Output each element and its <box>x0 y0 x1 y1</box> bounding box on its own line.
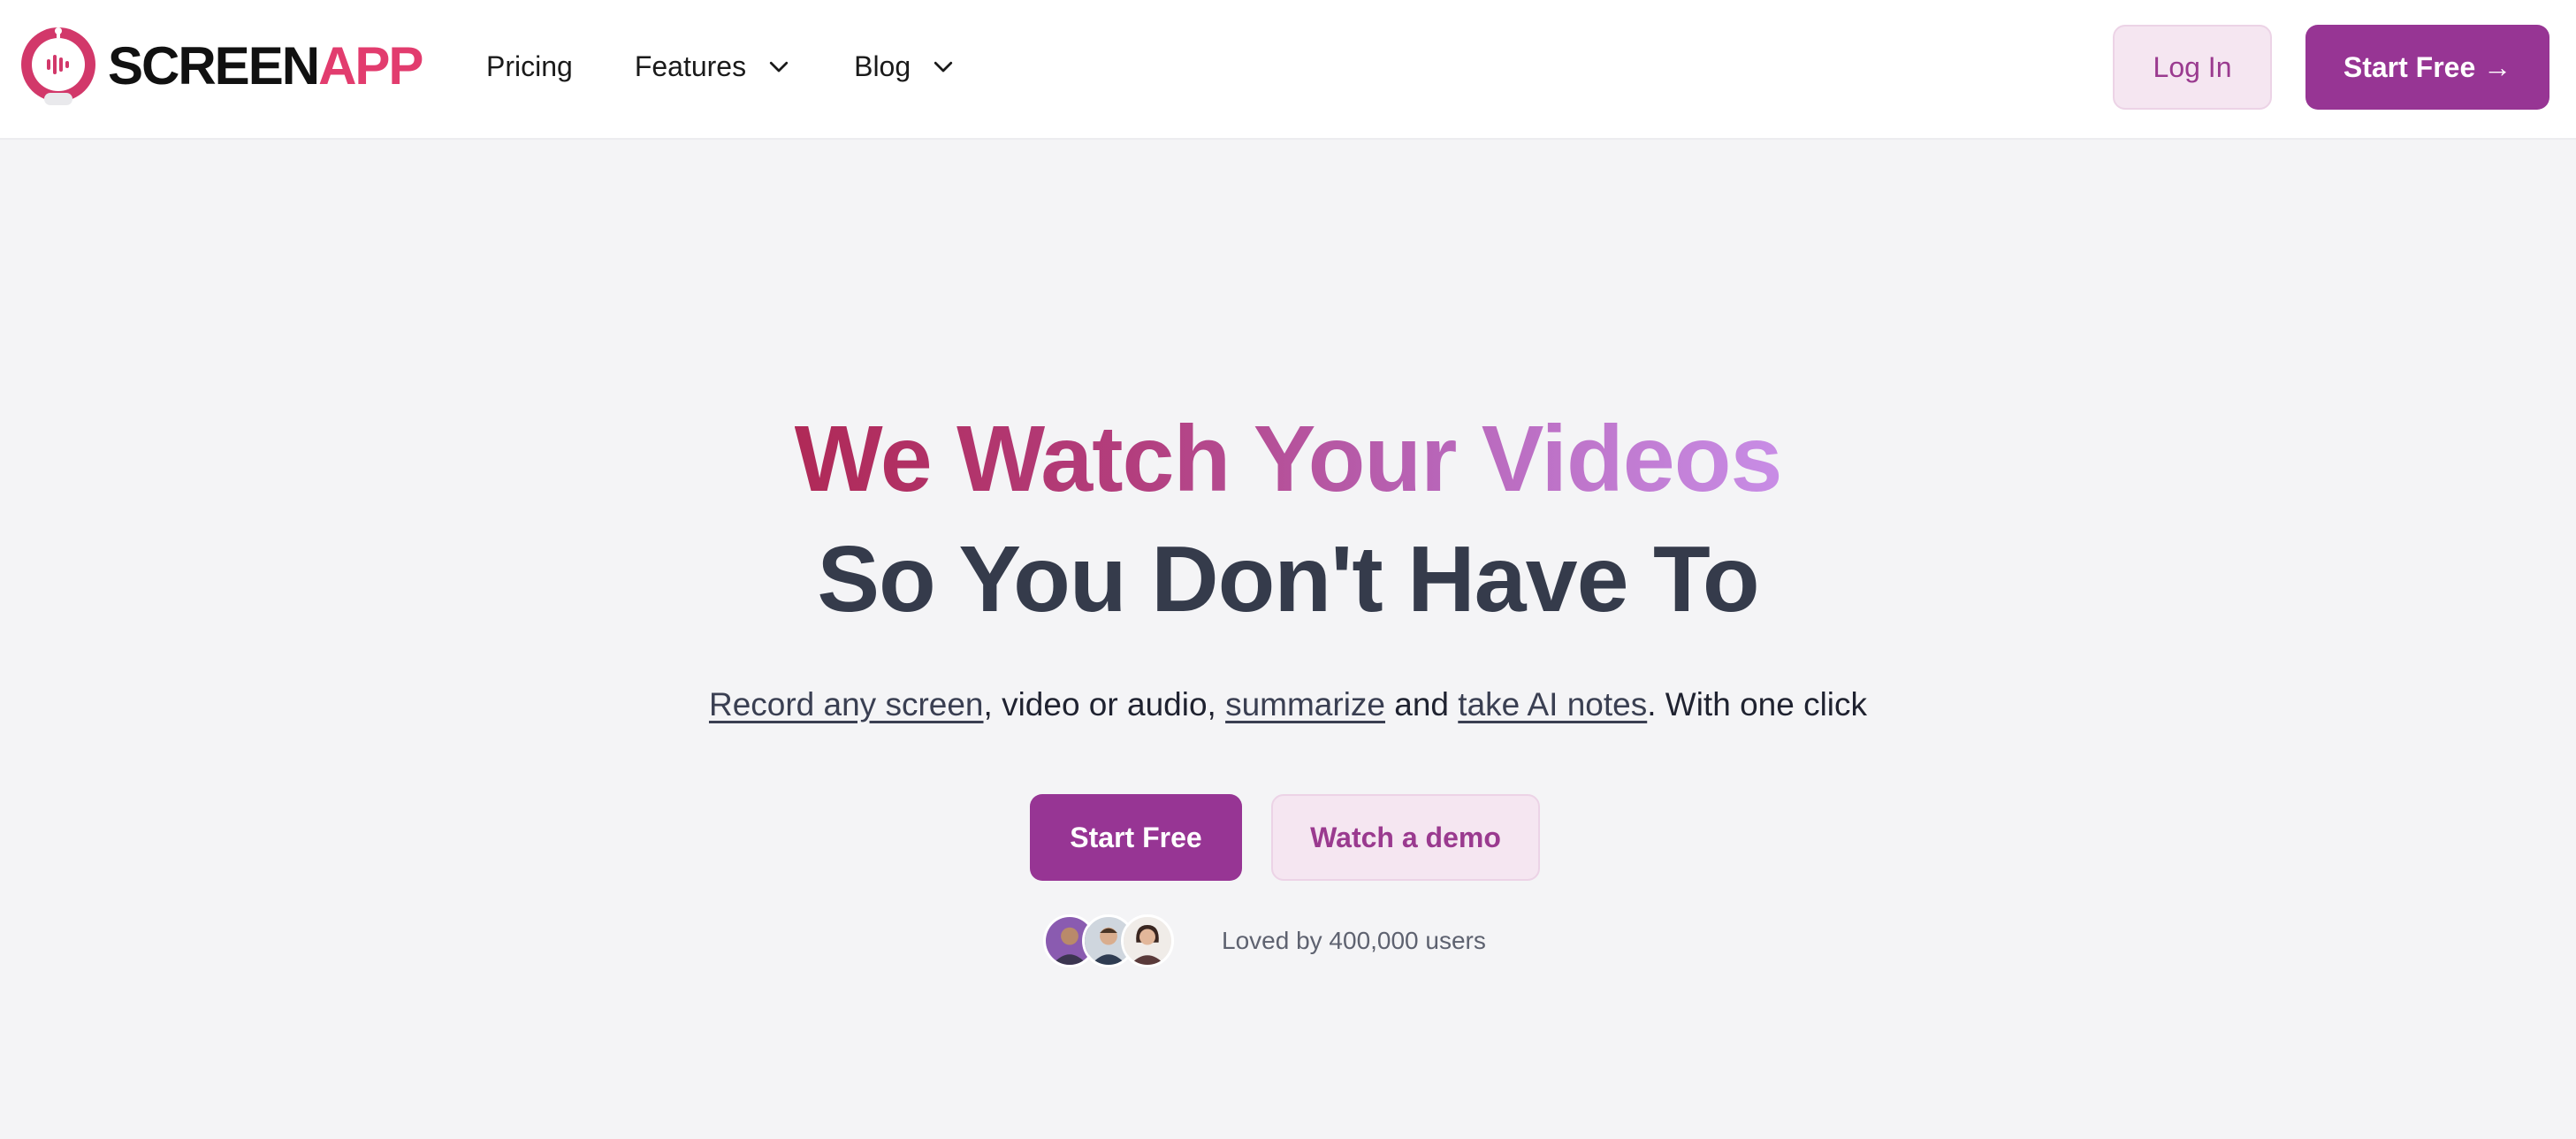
user-avatar <box>1121 914 1174 967</box>
hero-title-line2: So You Don't Have To <box>817 527 1759 631</box>
record-screen-link[interactable]: Record any screen <box>709 686 984 722</box>
nav-item-features[interactable]: Features <box>635 50 792 83</box>
watch-demo-button[interactable]: Watch a demo <box>1271 794 1540 881</box>
nav-item-blog[interactable]: Blog <box>854 50 956 83</box>
brand-name-part2: APP <box>318 36 423 96</box>
nav-item-pricing[interactable]: Pricing <box>486 50 573 83</box>
top-navbar: SCREENAPP Pricing Features Blog Log In S… <box>0 0 2576 140</box>
take-ai-notes-link[interactable]: take AI notes <box>1458 686 1647 722</box>
nav-item-label: Features <box>634 50 747 82</box>
social-proof: Loved by 400,000 users <box>1043 913 1486 969</box>
social-proof-text: Loved by 400,000 users <box>1222 927 1486 954</box>
robot-logo-icon <box>21 27 95 105</box>
subtitle-text: . With one click <box>1647 686 1868 722</box>
brand-wordmark: SCREENAPP <box>108 40 423 93</box>
hero-subtitle: Record any screen, video or audio, summa… <box>0 686 2576 723</box>
subtitle-text: and <box>1385 686 1459 722</box>
hero-start-free-button[interactable]: Start Free <box>1030 794 1242 881</box>
summarize-link[interactable]: summarize <box>1225 686 1385 722</box>
chevron-down-icon <box>769 61 789 73</box>
brand-name-part1: SCREEN <box>108 36 320 96</box>
start-free-button[interactable]: Start Free → <box>2305 25 2549 110</box>
hero-title-gradient-text: We Watch Your Videos <box>794 407 1783 511</box>
nav-links: Pricing Features Blog <box>486 0 956 133</box>
brand-logo[interactable]: SCREENAPP <box>18 27 423 106</box>
login-button[interactable]: Log In <box>2113 25 2272 110</box>
chevron-down-icon <box>934 61 953 73</box>
user-avatars <box>1043 914 1174 967</box>
nav-item-label: Pricing <box>486 50 573 82</box>
hero-title-line1: We Watch Your Videos <box>0 403 2576 516</box>
subtitle-text: , video or audio, <box>983 686 1226 722</box>
nav-item-label: Blog <box>854 50 911 82</box>
